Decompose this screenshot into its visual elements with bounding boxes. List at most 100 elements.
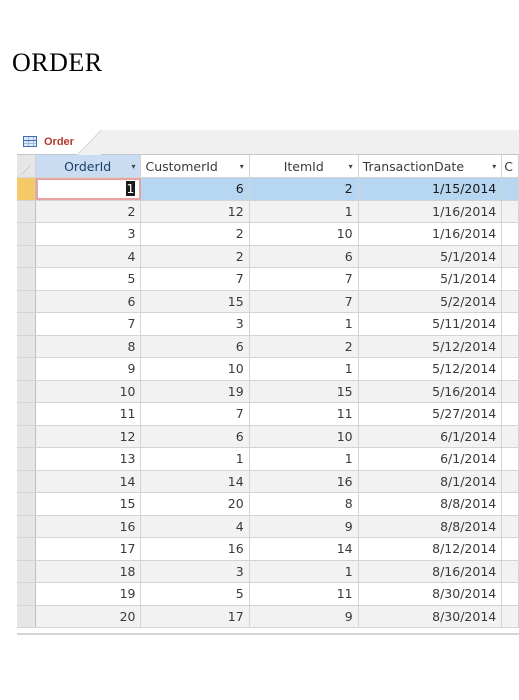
table-row[interactable]: 8 6 2 5/12/2014 [17, 335, 519, 358]
cell-transactiondate[interactable]: 1/15/2014 [358, 177, 503, 201]
cell-itemid[interactable]: 2 [249, 335, 359, 358]
cell-transactiondate[interactable]: 5/1/2014 [358, 245, 503, 268]
cell-transactiondate[interactable]: 8/30/2014 [358, 605, 503, 628]
record-selector[interactable] [17, 222, 37, 246]
table-row[interactable]: 13 1 1 6/1/2014 [17, 447, 519, 471]
cell-transactiondate[interactable]: 5/16/2014 [358, 380, 503, 403]
record-selector[interactable] [17, 447, 37, 471]
cell-orderid[interactable]: 10 [35, 380, 142, 403]
record-selector[interactable] [17, 537, 37, 561]
cell-orderid[interactable]: 18 [35, 560, 142, 583]
cell-transactiondate[interactable]: 8/8/2014 [358, 515, 503, 538]
cell-partial-column[interactable] [501, 312, 519, 336]
cell-transactiondate[interactable]: 1/16/2014 [358, 200, 503, 223]
cell-transactiondate[interactable]: 8/1/2014 [358, 470, 503, 493]
table-row[interactable]: 9 10 1 5/12/2014 [17, 357, 519, 381]
cell-orderid[interactable]: 3 [35, 222, 142, 246]
cell-itemid[interactable]: 16 [249, 470, 359, 493]
column-header-partial[interactable]: C [501, 155, 519, 178]
cell-orderid[interactable]: 16 [35, 515, 142, 538]
cell-partial-column[interactable] [501, 290, 519, 313]
cell-customerid[interactable]: 5 [140, 582, 250, 606]
column-header-customerid[interactable]: CustomerId ▾ [140, 155, 250, 178]
record-selector[interactable] [17, 560, 37, 583]
cell-orderid[interactable]: 8 [35, 335, 142, 358]
cell-partial-column[interactable] [501, 515, 519, 538]
cell-orderid[interactable]: 6 [35, 290, 142, 313]
select-all-corner[interactable] [17, 155, 37, 178]
cell-partial-column[interactable] [501, 380, 519, 403]
cell-customerid[interactable]: 15 [140, 290, 250, 313]
cell-partial-column[interactable] [501, 582, 519, 606]
cell-transactiondate[interactable]: 5/1/2014 [358, 267, 503, 291]
cell-customerid[interactable]: 20 [140, 492, 250, 516]
cell-partial-column[interactable] [501, 200, 519, 223]
table-row[interactable]: 6 15 7 5/2/2014 [17, 290, 519, 313]
cell-customerid[interactable]: 7 [140, 402, 250, 426]
record-selector[interactable] [17, 200, 37, 223]
cell-transactiondate[interactable]: 8/8/2014 [358, 492, 503, 516]
cell-transactiondate[interactable]: 6/1/2014 [358, 425, 503, 448]
cell-itemid[interactable]: 1 [249, 447, 359, 471]
cell-customerid[interactable]: 17 [140, 605, 250, 628]
cell-itemid[interactable]: 7 [249, 267, 359, 291]
record-selector[interactable] [17, 380, 37, 403]
cell-orderid[interactable]: 15 [35, 492, 142, 516]
cell-customerid[interactable]: 2 [140, 245, 250, 268]
record-selector[interactable] [17, 312, 37, 336]
table-row[interactable]: 19 5 11 8/30/2014 [17, 582, 519, 606]
record-selector[interactable] [17, 177, 37, 201]
cell-customerid[interactable]: 16 [140, 537, 250, 561]
cell-customerid[interactable]: 7 [140, 267, 250, 291]
cell-orderid[interactable]: 14 [35, 470, 142, 493]
cell-itemid[interactable]: 1 [249, 200, 359, 223]
cell-customerid[interactable]: 2 [140, 222, 250, 246]
cell-transactiondate[interactable]: 8/16/2014 [358, 560, 503, 583]
cell-partial-column[interactable] [501, 470, 519, 493]
cell-itemid[interactable]: 1 [249, 312, 359, 336]
table-row[interactable]: 18 3 1 8/16/2014 [17, 560, 519, 583]
cell-partial-column[interactable] [501, 605, 519, 628]
cell-itemid[interactable]: 14 [249, 537, 359, 561]
cell-customerid[interactable]: 19 [140, 380, 250, 403]
record-selector[interactable] [17, 605, 37, 628]
cell-orderid[interactable]: 20 [35, 605, 142, 628]
cell-partial-column[interactable] [501, 335, 519, 358]
cell-transactiondate[interactable]: 8/30/2014 [358, 582, 503, 606]
cell-orderid[interactable]: 7 [35, 312, 142, 336]
record-selector[interactable] [17, 515, 37, 538]
cell-itemid[interactable]: 10 [249, 425, 359, 448]
cell-itemid[interactable]: 9 [249, 515, 359, 538]
cell-transactiondate[interactable]: 1/16/2014 [358, 222, 503, 246]
table-row[interactable]: 14 14 16 8/1/2014 [17, 470, 519, 493]
cell-transactiondate[interactable]: 5/2/2014 [358, 290, 503, 313]
cell-customerid[interactable]: 3 [140, 312, 250, 336]
sort-filter-dropdown-icon[interactable]: ▾ [492, 162, 496, 171]
cell-itemid[interactable]: 11 [249, 402, 359, 426]
cell-itemid[interactable]: 8 [249, 492, 359, 516]
cell-partial-column[interactable] [501, 177, 519, 201]
cell-partial-column[interactable] [501, 357, 519, 381]
cell-transactiondate[interactable]: 6/1/2014 [358, 447, 503, 471]
cell-itemid[interactable]: 1 [249, 357, 359, 381]
sort-filter-dropdown-icon[interactable]: ▾ [349, 162, 353, 171]
cell-partial-column[interactable] [501, 267, 519, 291]
sort-filter-dropdown-icon[interactable]: ▾ [131, 162, 135, 171]
record-selector[interactable] [17, 425, 37, 448]
cell-itemid[interactable]: 6 [249, 245, 359, 268]
cell-partial-column[interactable] [501, 447, 519, 471]
sort-filter-dropdown-icon[interactable]: ▾ [240, 162, 244, 171]
cell-orderid[interactable]: 5 [35, 267, 142, 291]
cell-partial-column[interactable] [501, 222, 519, 246]
cell-orderid[interactable]: 4 [35, 245, 142, 268]
cell-customerid[interactable]: 6 [140, 177, 250, 201]
cell-itemid[interactable]: 11 [249, 582, 359, 606]
table-row[interactable]: 7 3 1 5/11/2014 [17, 312, 519, 336]
cell-orderid[interactable]: 12 [35, 425, 142, 448]
cell-orderid[interactable]: 1 [35, 177, 142, 201]
cell-transactiondate[interactable]: 5/12/2014 [358, 357, 503, 381]
column-header-orderid[interactable]: OrderId ▾ [35, 155, 142, 178]
record-selector[interactable] [17, 335, 37, 358]
record-selector[interactable] [17, 492, 37, 516]
cell-transactiondate[interactable]: 5/11/2014 [358, 312, 503, 336]
